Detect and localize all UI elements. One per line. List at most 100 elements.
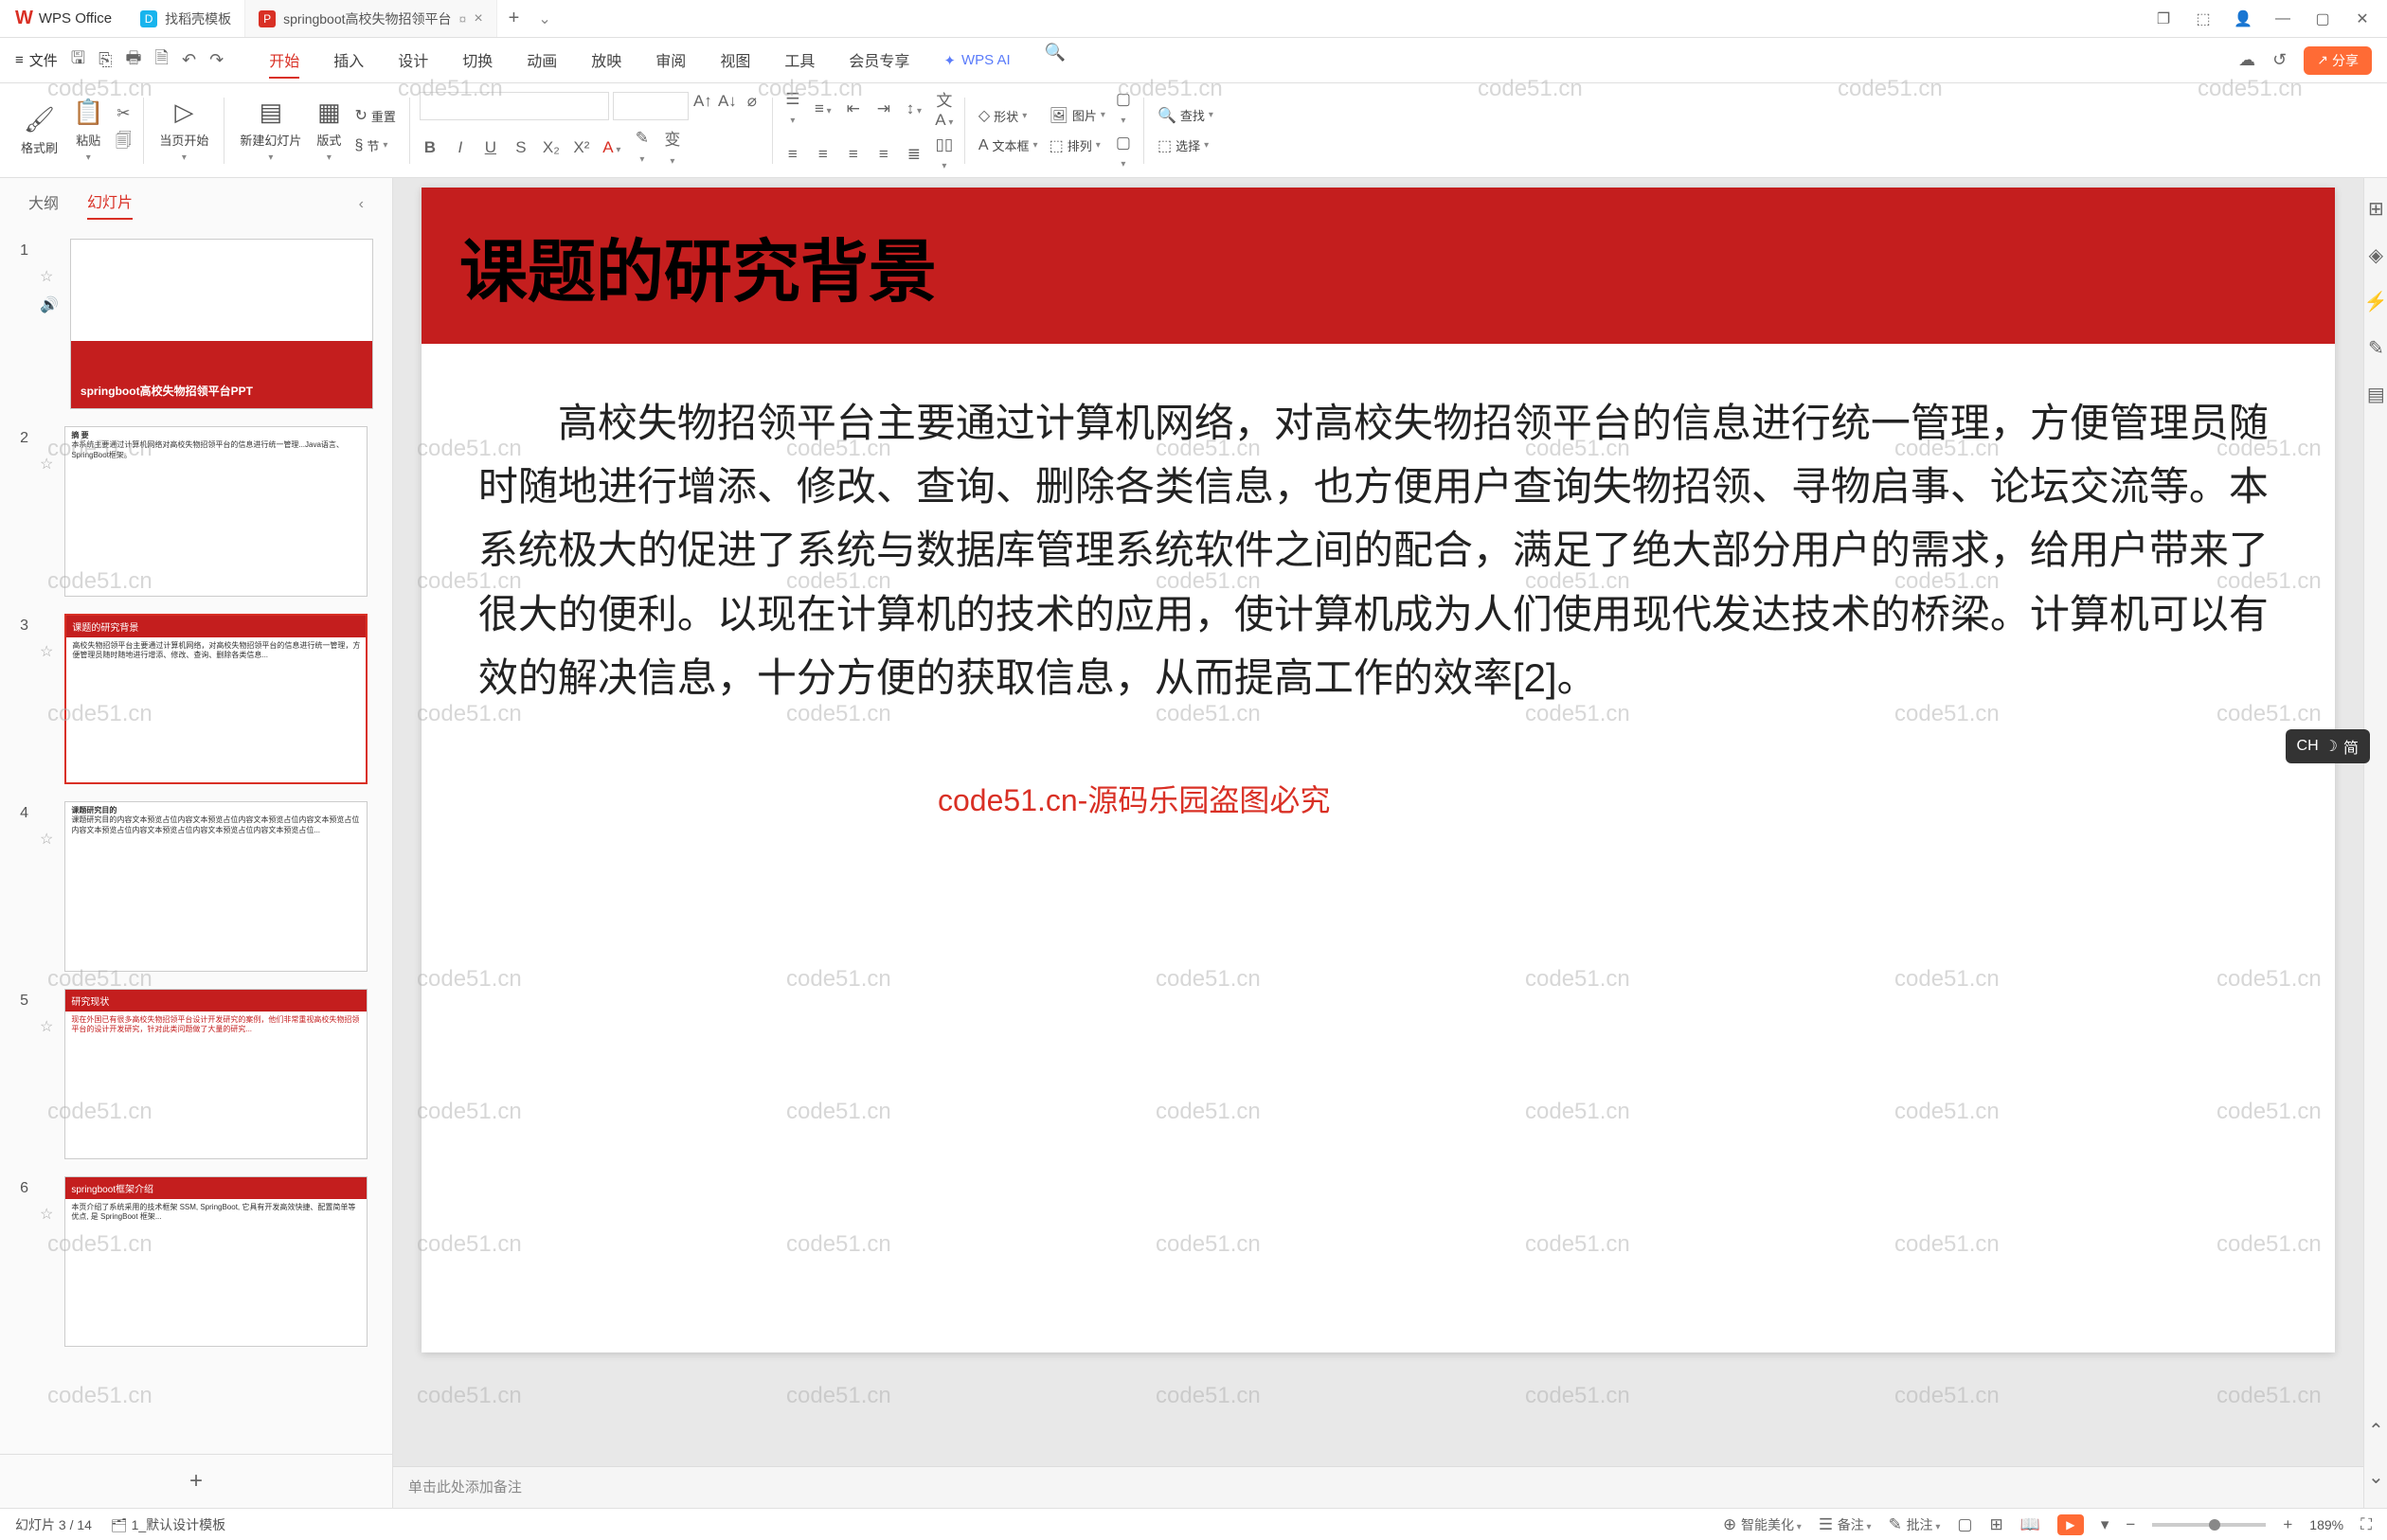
star-icon[interactable]: ☆	[40, 1205, 53, 1224]
avatar-icon[interactable]: 👤	[2234, 9, 2252, 28]
save-icon[interactable]: 🖫	[71, 46, 85, 75]
star-icon[interactable]: ☆	[40, 1017, 53, 1036]
italic-button[interactable]: I	[450, 138, 471, 157]
thumbnail-1[interactable]: springboot高校失物招领平台PPT	[70, 239, 373, 409]
thumbnail-2[interactable]: 摘 要本系统主要通过计算机网络对高校失物招领平台的信息进行统一管理...Java…	[64, 426, 368, 597]
menu-tab-slideshow[interactable]: 放映	[591, 43, 621, 79]
menu-tab-tools[interactable]: 工具	[784, 43, 815, 79]
menu-tab-design[interactable]: 设计	[398, 43, 428, 79]
bullets-button[interactable]: ☰	[782, 90, 803, 128]
package-icon[interactable]: ⬚	[2194, 9, 2213, 28]
undo-icon[interactable]: ↶	[182, 50, 196, 70]
star-icon[interactable]: ☆	[40, 267, 59, 286]
lightning-icon[interactable]: ⚡	[2364, 290, 2387, 313]
shape-button[interactable]: ◇形状	[975, 103, 1042, 128]
new-tab-button[interactable]: +	[497, 8, 531, 29]
distribute-button[interactable]: ≣	[904, 145, 924, 164]
format-brush-button[interactable]: 🖌 格式刷	[15, 101, 63, 160]
close-window-icon[interactable]: ✕	[2353, 9, 2372, 28]
font-name-input[interactable]	[420, 92, 609, 120]
tab-ppt[interactable]: P springboot高校失物招领平台 ¤ ×	[245, 0, 497, 37]
copy-icon[interactable]: 🗐	[113, 129, 134, 156]
font-color-button[interactable]: A	[601, 138, 622, 157]
clear-format-icon[interactable]: ⌀	[742, 92, 763, 120]
grid-icon[interactable]: ⊞	[2368, 197, 2384, 221]
slide-title-box[interactable]: 课题的研究背景	[422, 188, 2335, 344]
tab-list-dropdown[interactable]: ⌄	[530, 9, 558, 28]
layout-button[interactable]: ▦ 版式	[311, 94, 347, 167]
redo-icon[interactable]: ↷	[209, 50, 224, 70]
menu-tab-member[interactable]: 会员专享	[849, 43, 909, 79]
slide-body[interactable]: 高校失物招领平台主要通过计算机网络，对高校失物招领平台的信息进行统一管理，方便管…	[422, 344, 2335, 757]
new-slide-button[interactable]: ▤ 新建幻灯片	[234, 94, 307, 167]
canvas-scroll[interactable]: 课题的研究背景 高校失物招领平台主要通过计算机网络，对高校失物招领平台的信息进行…	[393, 178, 2363, 1466]
menu-tab-transition[interactable]: 切换	[462, 43, 493, 79]
thumbnail-5[interactable]: 研究现状 现在外国已有很多高校失物招领平台设计开发研究的案例，他们非常重视高校失…	[64, 989, 368, 1159]
highlight-button[interactable]: ✎	[632, 129, 653, 167]
slideshow-button[interactable]: ▶	[2057, 1514, 2084, 1535]
slide-canvas[interactable]: 课题的研究背景 高校失物招领平台主要通过计算机网络，对高校失物招领平台的信息进行…	[422, 188, 2335, 1352]
cut-icon[interactable]: ✂	[113, 104, 134, 123]
thumbnail-4[interactable]: 课题研究目的课题研究目的内容文本预览占位内容文本预览占位内容文本预览占位内容文本…	[64, 801, 368, 972]
slides-tab[interactable]: 幻灯片	[87, 189, 133, 220]
normal-view-icon[interactable]: ▢	[1957, 1515, 1972, 1534]
notes-toggle[interactable]: ☰ 备注	[1819, 1515, 1872, 1534]
new-icon[interactable]: ⎘	[99, 50, 112, 70]
notes-bar[interactable]: 单击此处添加备注	[393, 1466, 2363, 1508]
subscript-button[interactable]: X₂	[541, 138, 562, 157]
section-button[interactable]: §节	[350, 134, 399, 157]
strike-button[interactable]: S	[511, 138, 531, 157]
decrease-font-icon[interactable]: A↓	[717, 92, 738, 120]
history-icon[interactable]: ↺	[2272, 50, 2287, 70]
wps-ai-button[interactable]: ✦WPS AI	[943, 43, 1010, 79]
menu-tab-view[interactable]: 视图	[720, 43, 750, 79]
fill-color-button[interactable]: ▢	[1113, 90, 1134, 128]
thumbnail-list[interactable]: 1 ☆🔊 springboot高校失物招领平台PPT 2 ☆ 摘 要本系统主要通…	[0, 231, 392, 1454]
comments-toggle[interactable]: ✎ 批注	[1889, 1515, 1941, 1534]
multiwindow-icon[interactable]: ❐	[2154, 9, 2173, 28]
smart-beautify-button[interactable]: ⊕ 智能美化	[1723, 1515, 1802, 1534]
cloud-icon[interactable]: ☁	[2238, 50, 2255, 70]
collapse-sidebar-icon[interactable]: ‹	[359, 196, 364, 213]
columns-button[interactable]: ▯▯	[934, 135, 955, 173]
zoom-level[interactable]: 189%	[2309, 1517, 2343, 1532]
find-button[interactable]: 🔍查找	[1154, 103, 1217, 128]
thumbnail-3[interactable]: 课题的研究背景 高校失物招领平台主要通过计算机网络，对高校失物招领平台的信息进行…	[64, 614, 368, 784]
file-menu[interactable]: ≡文件	[15, 50, 58, 70]
arrange-button[interactable]: ⬚排列	[1046, 134, 1109, 158]
decrease-indent-button[interactable]: ⇤	[843, 99, 864, 118]
menu-tab-review[interactable]: 审阅	[655, 43, 686, 79]
menu-tab-insert[interactable]: 插入	[333, 43, 364, 79]
increase-indent-button[interactable]: ⇥	[873, 99, 894, 118]
textbox-button[interactable]: A文本框	[975, 134, 1042, 157]
align-justify-button[interactable]: ≡	[873, 145, 894, 164]
menu-tab-start[interactable]: 开始	[269, 43, 299, 79]
outline-tab[interactable]: 大纲	[28, 190, 59, 219]
increase-font-icon[interactable]: A↑	[692, 92, 713, 120]
sorter-view-icon[interactable]: ⊞	[1989, 1515, 2002, 1534]
zoom-in-button[interactable]: +	[2283, 1515, 2292, 1534]
numbering-button[interactable]: ≡	[813, 99, 834, 118]
layers-icon[interactable]: ▤	[2367, 383, 2385, 406]
star-icon[interactable]: ☆	[40, 642, 53, 661]
ime-indicator[interactable]: CH ☽ 简	[2286, 729, 2370, 763]
zoom-slider[interactable]	[2152, 1523, 2266, 1527]
preview-icon[interactable]: 🗎	[155, 46, 169, 75]
reading-view-icon[interactable]: 📖	[2020, 1515, 2040, 1534]
thumbnail-6[interactable]: springboot框架介绍 本页介绍了系统采用的技术框架 SSM, Sprin…	[64, 1176, 368, 1347]
print-icon[interactable]: 🖶	[126, 46, 142, 75]
phonetic-button[interactable]: 变	[662, 126, 683, 169]
align-center-button[interactable]: ≡	[813, 145, 834, 164]
maximize-icon[interactable]: ▢	[2313, 9, 2332, 28]
minimize-icon[interactable]: —	[2273, 9, 2292, 28]
audio-icon[interactable]: 🔊	[40, 295, 59, 314]
design-icon[interactable]: ✎	[2368, 336, 2384, 360]
diamond-icon[interactable]: ◈	[2369, 243, 2383, 267]
close-icon[interactable]: ×	[474, 10, 482, 27]
tab-docer[interactable]: D 找稻壳模板	[127, 0, 245, 37]
select-button[interactable]: ⬚选择	[1154, 134, 1217, 158]
search-icon[interactable]: 🔍	[1045, 43, 1066, 79]
superscript-button[interactable]: X²	[571, 138, 592, 157]
align-right-button[interactable]: ≡	[843, 145, 864, 164]
menu-tab-animation[interactable]: 动画	[527, 43, 557, 79]
